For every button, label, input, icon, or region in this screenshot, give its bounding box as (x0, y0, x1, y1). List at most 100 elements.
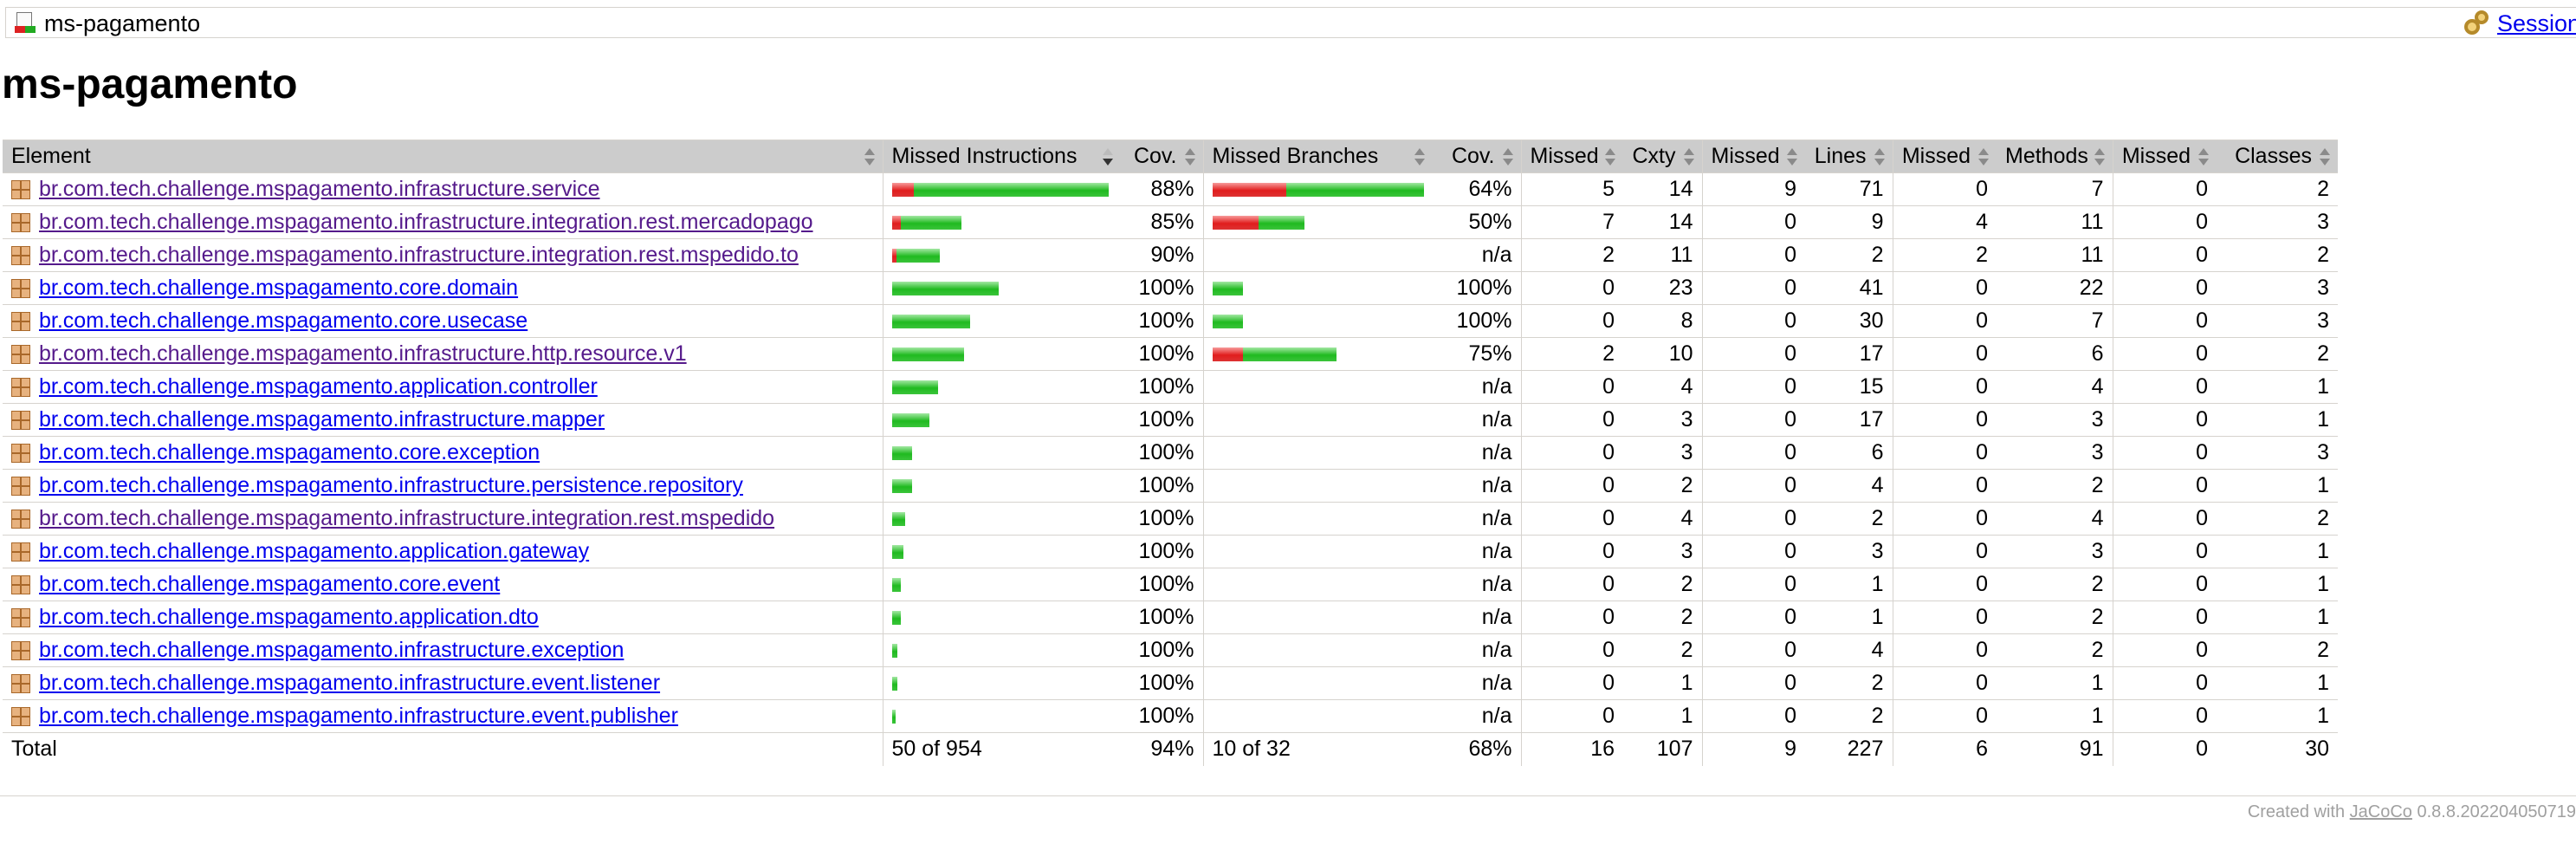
header-cxty[interactable]: Cxty (1623, 140, 1702, 173)
header-missed-branches[interactable]: Missed Branches (1202, 140, 1433, 173)
missed-bar-segment (891, 215, 901, 230)
footer: Created with JaCoCo 0.8.8.202204050719 (2248, 795, 2576, 822)
header-lines[interactable]: Lines (1805, 140, 1893, 173)
missed-branches-cell (1202, 172, 1433, 206)
package-link[interactable]: br.com.tech.challenge.mspagamento.infras… (39, 704, 678, 729)
covered-bar-segment (891, 380, 938, 394)
covered-bar-segment (891, 643, 897, 658)
branches-coverage: n/a (1433, 699, 1521, 733)
package-link[interactable]: br.com.tech.challenge.mspagamento.core.e… (39, 572, 500, 597)
covered-bar-segment (1212, 314, 1243, 328)
classes: 1 (2217, 666, 2338, 700)
instructions-coverage: 100% (1121, 601, 1203, 634)
missed-cxty: 0 (1520, 666, 1623, 700)
missed-classes: 0 (2112, 238, 2217, 272)
sort-icon (2197, 147, 2210, 166)
classes: 3 (2217, 205, 2338, 239)
missed-instructions-cell-bar (891, 412, 1113, 427)
package-link[interactable]: br.com.tech.challenge.mspagamento.infras… (39, 341, 687, 367)
package-link[interactable]: br.com.tech.challenge.mspagamento.applic… (39, 605, 539, 630)
missed-methods: 0 (1892, 436, 1997, 470)
missed-lines: 0 (1701, 238, 1805, 272)
total-lines: 227 (1805, 732, 1893, 766)
cxty: 2 (1623, 601, 1702, 634)
instructions-coverage: 85% (1121, 205, 1203, 239)
missed-classes: 0 (2112, 699, 2217, 733)
element-wrap: br.com.tech.challenge.mspagamento.infras… (11, 473, 874, 498)
header-missed-lines[interactable]: Missed (1701, 140, 1805, 173)
package-link[interactable]: br.com.tech.challenge.mspagamento.infras… (39, 506, 774, 531)
header-methods[interactable]: Methods (1997, 140, 2113, 173)
header-element[interactable]: Element (3, 140, 883, 173)
table-row: br.com.tech.challenge.mspagamento.core.e… (3, 568, 2338, 601)
element-wrap: br.com.tech.challenge.mspagamento.core.e… (11, 572, 874, 597)
missed-cxty: 0 (1520, 633, 1623, 667)
package-link[interactable]: br.com.tech.challenge.mspagamento.infras… (39, 407, 605, 432)
missed-branches-cell-bar (1213, 249, 1425, 263)
methods: 11 (1997, 238, 2113, 272)
sessions-link[interactable]: Sessions (2497, 10, 2576, 37)
element-wrap: br.com.tech.challenge.mspagamento.infras… (11, 407, 874, 432)
methods: 2 (1997, 469, 2113, 503)
page-title: ms-pagamento (2, 62, 298, 107)
instructions-coverage: 100% (1121, 271, 1203, 305)
missed-instructions-cell-bar (891, 248, 1113, 263)
package-link[interactable]: br.com.tech.challenge.mspagamento.infras… (39, 473, 743, 498)
missed-bar-segment (1212, 215, 1259, 230)
missed-instructions-cell (882, 436, 1121, 470)
session-icon[interactable] (2464, 10, 2490, 36)
total-methods: 91 (1997, 732, 2113, 766)
element-cell: br.com.tech.challenge.mspagamento.infras… (3, 337, 883, 371)
missed-methods: 0 (1892, 370, 1997, 404)
lines: 3 (1805, 535, 1893, 568)
package-link[interactable]: br.com.tech.challenge.mspagamento.infras… (39, 638, 624, 663)
lines: 71 (1805, 172, 1893, 206)
missed-classes: 0 (2112, 172, 2217, 206)
element-cell: br.com.tech.challenge.mspagamento.applic… (3, 601, 883, 634)
missed-cxty: 0 (1520, 469, 1623, 503)
header-instructions-coverage[interactable]: Cov. (1121, 140, 1203, 173)
missed-cxty: 0 (1520, 370, 1623, 404)
sort-icon (1786, 147, 1798, 166)
instructions-coverage: 100% (1121, 469, 1203, 503)
table-row: br.com.tech.challenge.mspagamento.core.u… (3, 304, 2338, 338)
branches-coverage: 100% (1433, 304, 1521, 338)
element-wrap: br.com.tech.challenge.mspagamento.core.u… (11, 308, 874, 334)
missed-instructions-cell (882, 535, 1121, 568)
table-row: br.com.tech.challenge.mspagamento.applic… (3, 535, 2338, 568)
missed-branches-cell-bar (1213, 677, 1425, 691)
package-link[interactable]: br.com.tech.challenge.mspagamento.applic… (39, 539, 589, 564)
missed-branches-cell (1202, 469, 1433, 503)
covered-bar-segment (1286, 182, 1424, 197)
jacoco-link[interactable]: JaCoCo (2350, 802, 2412, 821)
package-link[interactable]: br.com.tech.challenge.mspagamento.infras… (39, 177, 600, 202)
lines: 2 (1805, 238, 1893, 272)
lines: 6 (1805, 436, 1893, 470)
header-missed-cxty[interactable]: Missed (1520, 140, 1623, 173)
package-link[interactable]: br.com.tech.challenge.mspagamento.core.d… (39, 276, 518, 301)
branches-coverage: n/a (1433, 370, 1521, 404)
lines: 1 (1805, 568, 1893, 601)
cxty: 14 (1623, 205, 1702, 239)
breadcrumb: ms-pagamento Sessions (5, 7, 2576, 38)
package-link[interactable]: br.com.tech.challenge.mspagamento.infras… (39, 671, 660, 696)
missed-classes: 0 (2112, 205, 2217, 239)
package-link[interactable]: br.com.tech.challenge.mspagamento.core.e… (39, 440, 540, 465)
package-link[interactable]: br.com.tech.challenge.mspagamento.core.u… (39, 308, 527, 334)
header-missed-classes[interactable]: Missed (2112, 140, 2217, 173)
methods: 7 (1997, 304, 2113, 338)
cxty: 8 (1623, 304, 1702, 338)
package-link[interactable]: br.com.tech.challenge.mspagamento.applic… (39, 374, 598, 399)
header-missed-methods[interactable]: Missed (1892, 140, 1997, 173)
package-link[interactable]: br.com.tech.challenge.mspagamento.infras… (39, 210, 813, 235)
header-missed-instructions[interactable]: Missed Instructions (882, 140, 1121, 173)
package-link[interactable]: br.com.tech.challenge.mspagamento.infras… (39, 243, 799, 268)
header-branches-coverage[interactable]: Cov. (1433, 140, 1521, 173)
covered-bar-segment (891, 445, 912, 460)
header-classes[interactable]: Classes (2217, 140, 2338, 173)
missed-branches-cell (1202, 633, 1433, 667)
covered-bar-segment (891, 676, 897, 691)
missed-branches-cell-bar (1213, 710, 1425, 724)
element-cell: br.com.tech.challenge.mspagamento.infras… (3, 403, 883, 437)
element-cell: br.com.tech.challenge.mspagamento.infras… (3, 699, 883, 733)
